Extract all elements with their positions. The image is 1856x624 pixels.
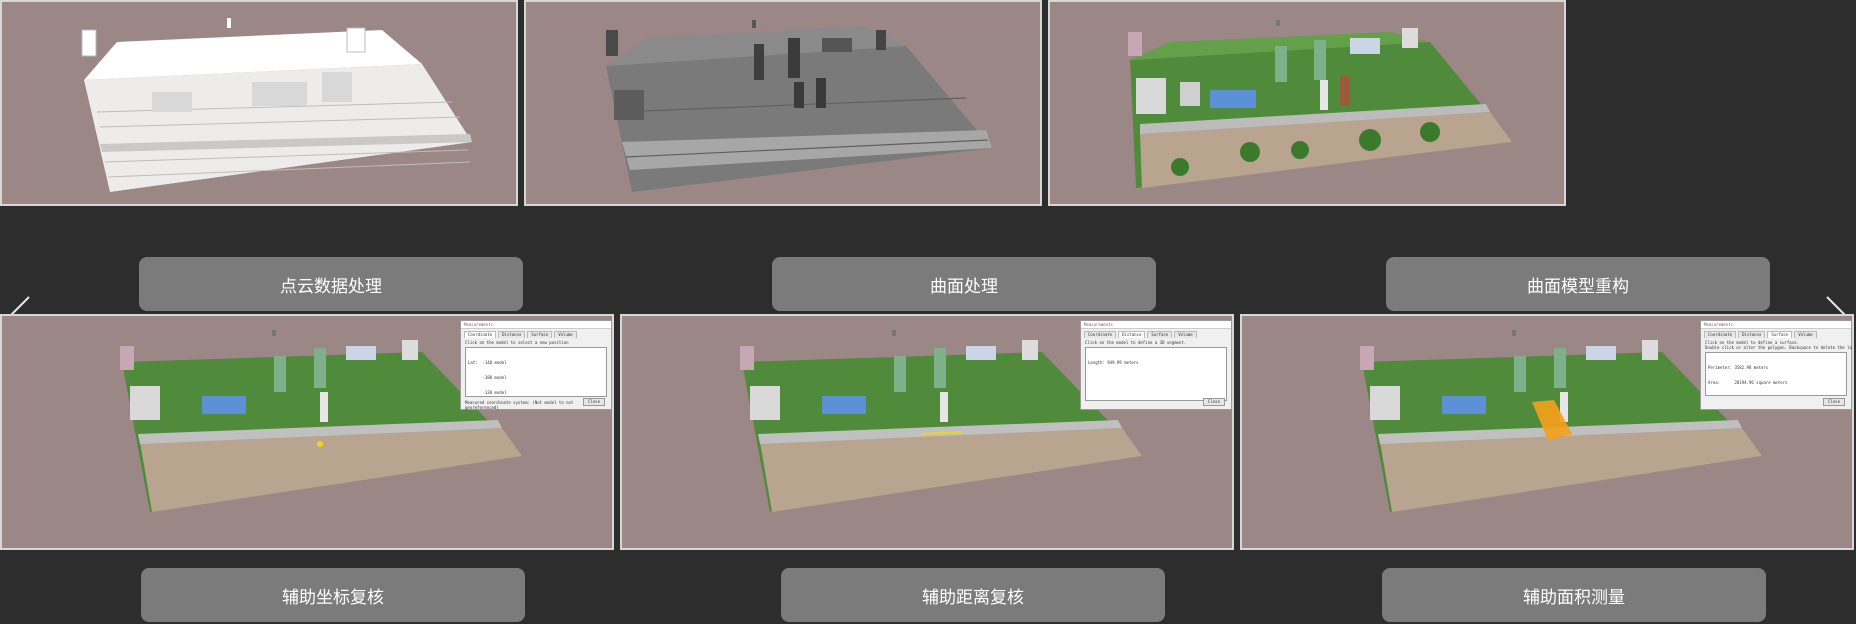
dialog-output: Length: 949.99 meters — [1085, 347, 1227, 401]
output-line: Lat: -148 model — [468, 360, 507, 365]
output-line: -138 model — [468, 390, 507, 395]
measurement-dialog-distance[interactable]: Measurements Coordinate Distance Surface… — [1080, 320, 1232, 410]
close-button[interactable]: Close — [1822, 398, 1845, 406]
tab-coordinate[interactable]: Coordinate — [464, 331, 497, 338]
tab-distance[interactable]: Distance — [1738, 331, 1766, 338]
tab-volume[interactable]: Volume — [1794, 331, 1817, 338]
label-button-surface-reconstruction[interactable]: 曲面模型重构 — [1386, 257, 1770, 311]
dialog-output: Perimeter: 3582.98 meters Area: 28194.96… — [1705, 352, 1847, 396]
gray-surface-model-image — [606, 20, 992, 192]
tab-surface[interactable]: Surface — [1147, 331, 1173, 338]
tab-distance[interactable]: Distance — [1118, 331, 1146, 338]
tab-surface[interactable]: Surface — [1767, 331, 1793, 338]
tab-coordinate[interactable]: Coordinate — [1084, 331, 1117, 338]
panel-area-measurement: Measurements Coordinate Distance Surface… — [1240, 314, 1854, 550]
tab-surface[interactable]: Surface — [527, 331, 553, 338]
measurement-dialog-surface[interactable]: Measurements Coordinate Distance Surface… — [1700, 320, 1852, 410]
tab-coordinate[interactable]: Coordinate — [1704, 331, 1737, 338]
dialog-title: Measurements — [461, 321, 611, 329]
label-button-point-cloud[interactable]: 点云数据处理 — [139, 257, 523, 311]
textured-model-image — [1128, 20, 1512, 188]
panel-coordinate-check: Measurements Coordinate Distance Surface… — [0, 314, 614, 550]
dialog-instruction: Click on the model to define a 3D segmen… — [1085, 340, 1187, 345]
label-button-distance-check[interactable]: 辅助距离复核 — [781, 568, 1165, 622]
dialog-instruction: Click on the model to define a surface. … — [1705, 340, 1852, 350]
panel-point-cloud — [0, 0, 518, 206]
point-cloud-model-image — [81, 18, 472, 192]
tab-distance[interactable]: Distance — [498, 331, 526, 338]
dialog-tabs: Coordinate Distance Surface Volume — [1081, 329, 1231, 338]
label-button-coordinate-check[interactable]: 辅助坐标复核 — [141, 568, 525, 622]
panel-distance-check: Measurements Coordinate Distance Surface… — [620, 314, 1234, 550]
dialog-tabs: Coordinate Distance Surface Volume — [461, 329, 611, 338]
label-button-area-measurement[interactable]: 辅助面积测量 — [1382, 568, 1766, 622]
measurement-dialog-coordinate[interactable]: Measurements Coordinate Distance Surface… — [460, 320, 612, 410]
tab-volume[interactable]: Volume — [1174, 331, 1197, 338]
close-button[interactable]: Close — [1202, 398, 1225, 406]
close-button[interactable]: Close — [582, 398, 605, 406]
output-line: Perimeter: 3582.98 meters — [1708, 365, 1769, 370]
output-line: Area: 28194.96 square meters — [1708, 380, 1788, 385]
panel-gray-surface — [524, 0, 1042, 206]
output-line: -188 model — [468, 375, 507, 380]
dialog-instruction: Click on the model to select a new posit… — [465, 340, 569, 345]
label-button-surface-processing[interactable]: 曲面处理 — [772, 257, 1156, 311]
dialog-tabs: Coordinate Distance Surface Volume — [1701, 329, 1851, 338]
panel-textured-model — [1048, 0, 1566, 206]
dialog-title: Measurements — [1701, 321, 1851, 329]
dialog-output: Lat: -148 model -188 model -138 model — [465, 347, 607, 397]
dialog-title: Measurements — [1081, 321, 1231, 329]
tab-volume[interactable]: Volume — [554, 331, 577, 338]
output-line: Length: 949.99 meters — [1088, 360, 1139, 365]
